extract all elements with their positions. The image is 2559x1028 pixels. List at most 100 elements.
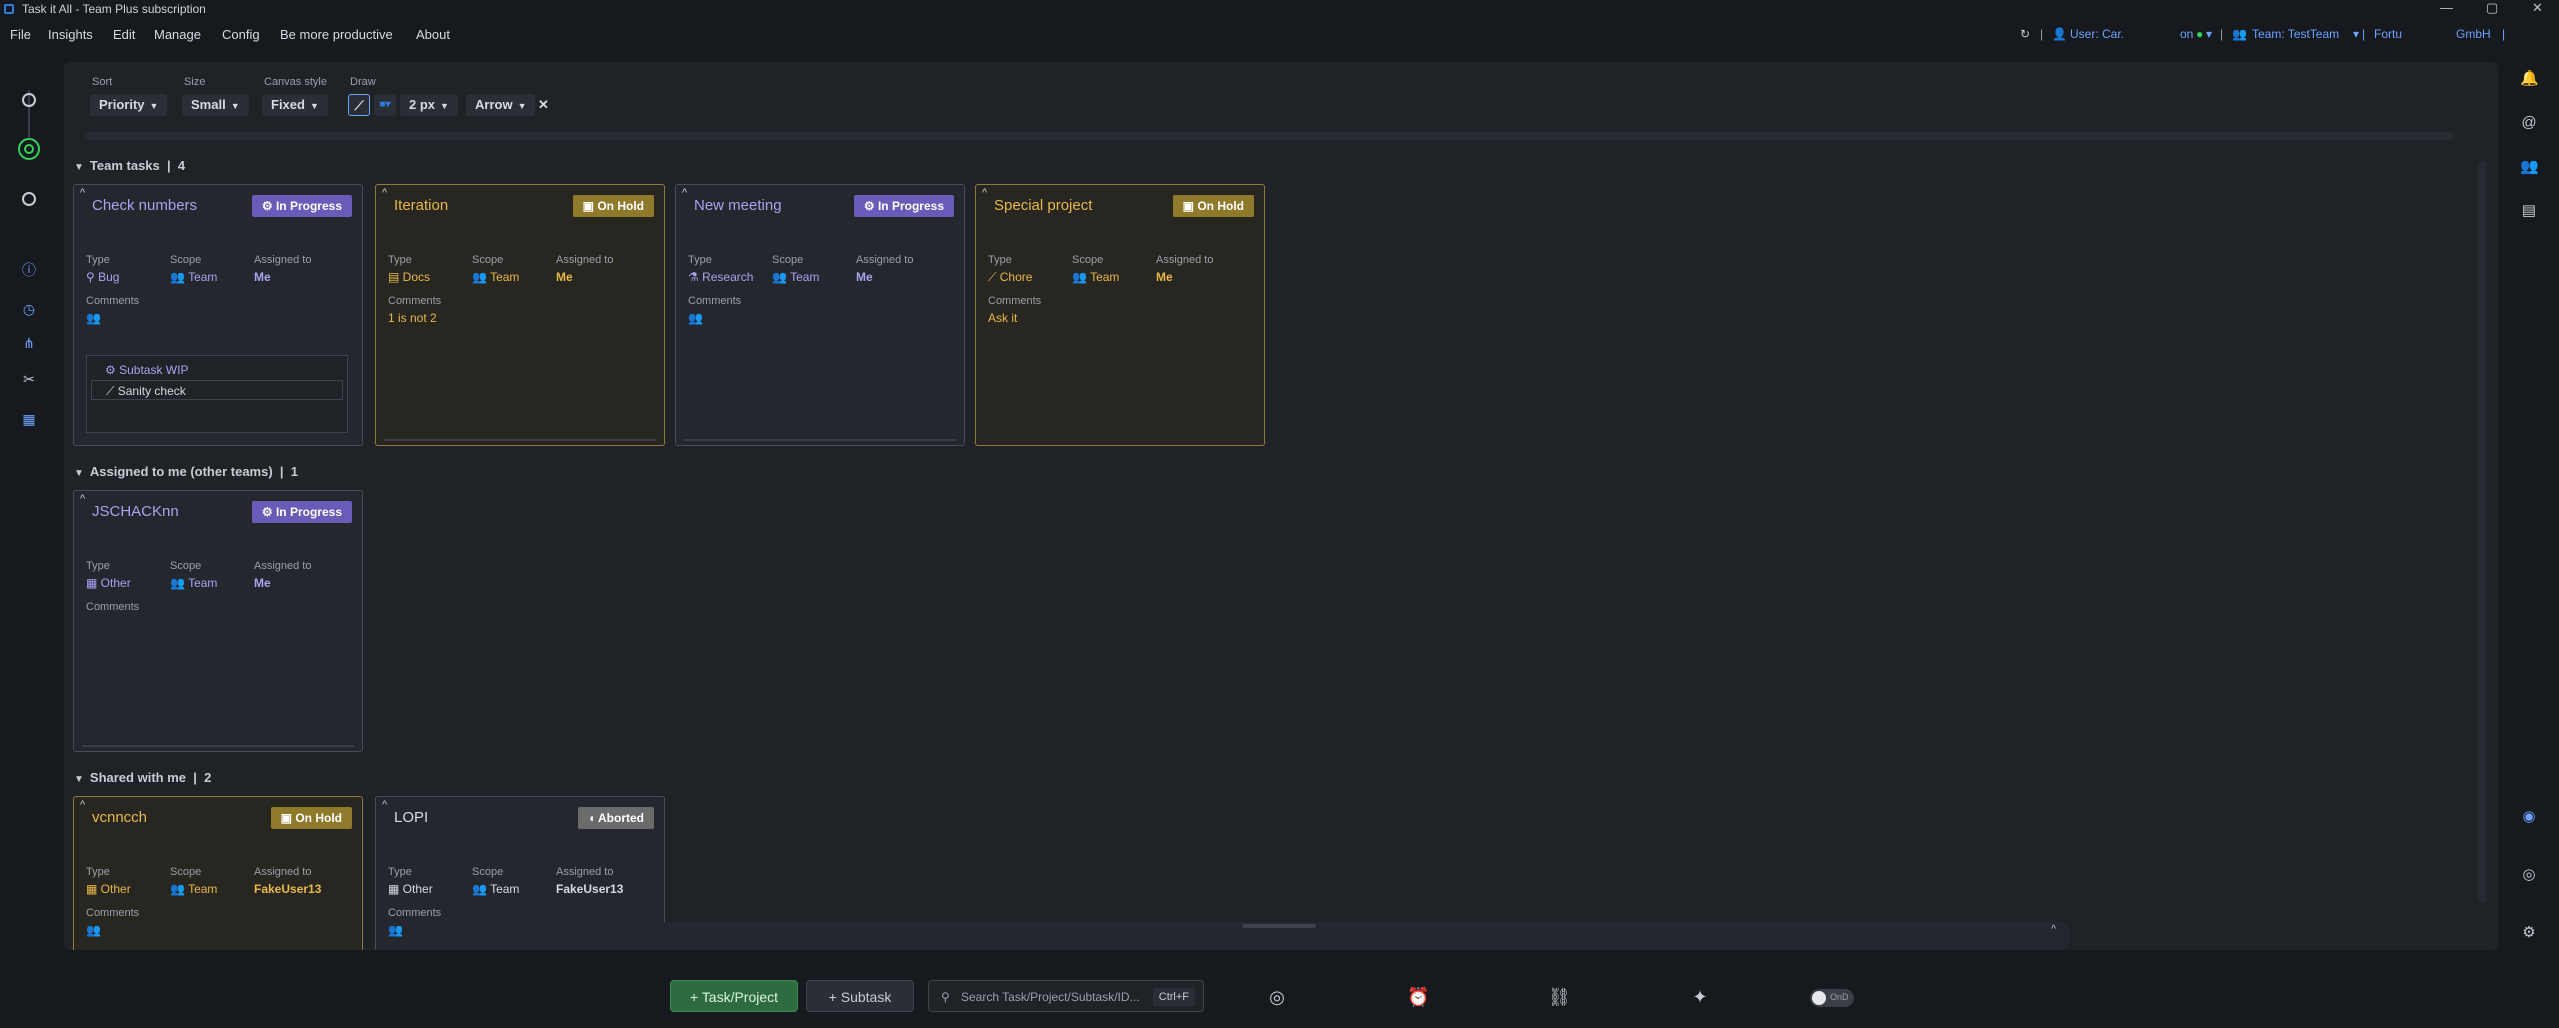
dnd-toggle[interactable]: OnD	[1810, 989, 1854, 1007]
alarm-icon[interactable]: ⏰	[1407, 986, 1429, 1008]
menu-config[interactable]: Config	[222, 27, 260, 42]
card-title[interactable]: vcnncch	[92, 809, 147, 826]
status-badge[interactable]: ▣ On Hold	[270, 807, 352, 829]
scope-value[interactable]: 👥 Team	[1072, 270, 1119, 284]
expand-dock-icon[interactable]: ^	[2051, 924, 2056, 935]
collapse-card-icon[interactable]: ^	[382, 799, 387, 811]
size-dropdown[interactable]: Small ▼	[182, 94, 249, 116]
type-value[interactable]: ▦ Other	[86, 576, 131, 590]
clear-drawing-icon[interactable]: ✕	[538, 94, 549, 116]
eye-icon[interactable]: ◎	[1266, 986, 1288, 1008]
pen-icon[interactable]: ⟋	[348, 94, 370, 116]
shape-dropdown[interactable]: Arrow ▼	[466, 94, 536, 116]
zoom-level-3[interactable]	[22, 192, 36, 206]
assigned-value[interactable]: Me	[856, 270, 873, 284]
menu-be-more-productive[interactable]: Be more productive	[280, 27, 393, 42]
menu-file[interactable]: File	[10, 27, 31, 42]
zoom-level-2[interactable]	[18, 138, 40, 160]
scope-value[interactable]: 👥 Team	[170, 576, 217, 590]
assigned-value[interactable]: Me	[254, 270, 271, 284]
mention-icon[interactable]: @	[2520, 114, 2538, 132]
section-team-tasks[interactable]: ▼ Team tasks | 4	[74, 158, 185, 173]
type-value[interactable]: ⚲ Bug	[86, 270, 119, 284]
menu-manage[interactable]: Manage	[154, 27, 201, 42]
task-card[interactable]: ^ vcnncch ▣ On Hold Type Scope Assigned …	[73, 796, 363, 950]
add-subtask-button[interactable]: + Subtask	[806, 980, 914, 1012]
people-icon[interactable]: 👥	[2520, 158, 2539, 176]
scope-value[interactable]: 👥 Team	[772, 270, 819, 284]
add-task-button[interactable]: + Task/Project	[670, 980, 798, 1012]
card-title[interactable]: Special project	[994, 197, 1092, 214]
maximize-icon[interactable]: ▢	[2486, 0, 2498, 16]
type-value[interactable]: ▦ Other	[86, 882, 131, 896]
collapse-card-icon[interactable]: ^	[80, 493, 85, 505]
collapse-card-icon[interactable]: ^	[80, 799, 85, 811]
assistant-icon[interactable]: ◉	[2520, 808, 2538, 826]
assigned-value[interactable]: FakeUser13	[254, 882, 321, 896]
scope-value[interactable]: 👥 Team	[472, 882, 519, 896]
task-card[interactable]: ^ Special project ▣ On Hold Type Scope A…	[975, 184, 1265, 446]
task-card[interactable]: ^ New meeting ⚙ In Progress Type Scope A…	[675, 184, 965, 446]
type-value[interactable]: ⚗ Research	[688, 270, 753, 284]
online-status-label[interactable]: on	[2180, 27, 2193, 41]
canvas-style-dropdown[interactable]: Fixed ▼	[262, 94, 328, 116]
info-icon[interactable]: ⓘ	[21, 262, 37, 278]
history-icon[interactable]: ◷	[21, 301, 37, 317]
close-window-icon[interactable]: ✕	[2532, 0, 2543, 16]
comments-icon[interactable]: 👥	[388, 923, 403, 937]
task-card[interactable]: ^ Check numbers ⚙ In Progress Type Scope…	[73, 184, 363, 446]
horizontal-scrollbar[interactable]	[84, 132, 2454, 140]
section-assigned-to-me[interactable]: ▼ Assigned to me (other teams) | 1	[74, 464, 298, 479]
subtask-item[interactable]: ⟋ Sanity check	[91, 380, 343, 400]
target-icon[interactable]: ◎	[2520, 866, 2538, 884]
comments-value[interactable]: Ask it	[988, 311, 1017, 325]
grid-icon[interactable]: ▦	[21, 411, 37, 427]
chevron-down-icon[interactable]: ▾	[2206, 27, 2212, 41]
type-value[interactable]: ⟋ Chore	[988, 270, 1032, 285]
card-title[interactable]: JSCHACKnn	[92, 503, 179, 520]
sort-dropdown[interactable]: Priority ▼	[90, 94, 168, 116]
task-card[interactable]: ^ JSCHACKnn ⚙ In Progress Type Scope Ass…	[73, 490, 363, 752]
comments-icon[interactable]: 👥	[86, 311, 101, 325]
menu-about[interactable]: About	[416, 27, 450, 42]
search-input[interactable]: Search Task/Project/Subtask/ID...	[961, 981, 1140, 1013]
collapse-card-icon[interactable]: ^	[982, 187, 987, 199]
assigned-value[interactable]: Me	[556, 270, 573, 284]
assigned-value[interactable]: Me	[254, 576, 271, 590]
color-picker-icon[interactable]: ■▾	[374, 94, 396, 116]
bell-icon[interactable]: 🔔	[2520, 70, 2539, 88]
section-shared-with-me[interactable]: ▼ Shared with me | 2	[74, 770, 211, 785]
status-badge[interactable]: ▣ On Hold	[572, 195, 654, 217]
card-title[interactable]: Check numbers	[92, 197, 197, 214]
chevron-down-icon[interactable]: ▾	[2353, 27, 2359, 41]
comments-icon[interactable]: 👥	[86, 923, 101, 937]
tools-icon[interactable]: ✂	[21, 371, 37, 387]
document-icon[interactable]: ▤	[2520, 202, 2538, 220]
card-title[interactable]: LOPI	[394, 809, 428, 826]
status-badge[interactable]: ▣ On Hold	[1172, 195, 1254, 217]
card-title[interactable]: New meeting	[694, 197, 782, 214]
collapse-card-icon[interactable]: ^	[682, 187, 687, 199]
type-value[interactable]: ▤ Docs	[388, 270, 430, 284]
comments-icon[interactable]: 👥	[688, 311, 703, 325]
refresh-icon[interactable]: ↻	[2020, 27, 2030, 41]
settings-icon[interactable]: ⚙	[2520, 924, 2538, 942]
menu-edit[interactable]: Edit	[113, 27, 135, 42]
assigned-value[interactable]: FakeUser13	[556, 882, 623, 896]
search-box[interactable]: ⚲ Search Task/Project/Subtask/ID... Ctrl…	[928, 980, 1204, 1012]
stroke-width-dropdown[interactable]: 2 px ▼	[400, 94, 458, 116]
status-badge[interactable]: ⚙ In Progress	[251, 195, 352, 217]
scope-value[interactable]: 👥 Team	[170, 882, 217, 896]
type-value[interactable]: ▦ Other	[388, 882, 433, 896]
scope-value[interactable]: 👥 Team	[472, 270, 519, 284]
dock-handle[interactable]	[1242, 924, 1316, 928]
team-selector[interactable]: Team: TestTeam	[2252, 27, 2339, 41]
assigned-value[interactable]: Me	[1156, 270, 1173, 284]
task-canvas[interactable]: Sort Priority ▼ Size Small ▼ Canvas style …	[64, 62, 2498, 950]
comments-value[interactable]: 1 is not 2	[388, 311, 437, 325]
task-card[interactable]: ^ Iteration ▣ On Hold Type Scope Assigne…	[375, 184, 665, 446]
card-title[interactable]: Iteration	[394, 197, 448, 214]
sparkle-icon[interactable]: ✦	[1689, 986, 1711, 1008]
subtask-item[interactable]: ⚙ Subtask WIP	[91, 360, 343, 380]
minimize-icon[interactable]: —	[2440, 0, 2453, 15]
